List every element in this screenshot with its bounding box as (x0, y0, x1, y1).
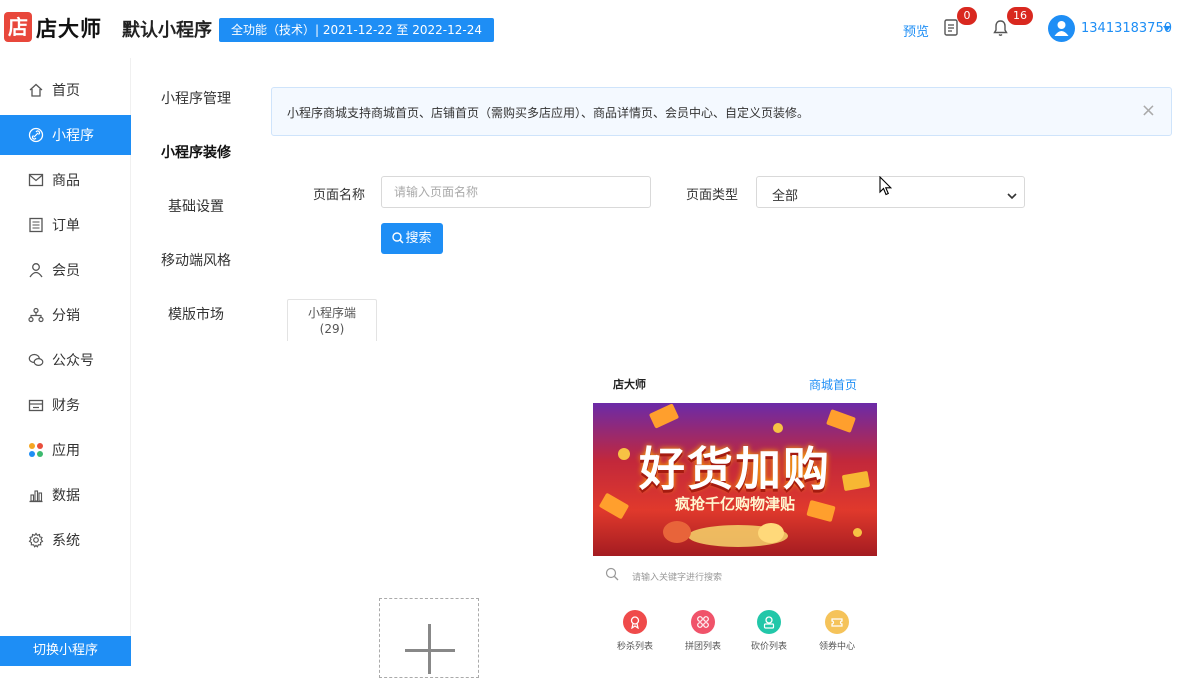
preview-page-link[interactable]: 商城首页 (809, 376, 857, 393)
sidebar-item-miniprogram[interactable]: 小程序 (0, 115, 131, 155)
page-type-value: 全部 (772, 189, 799, 204)
category-label: 秒杀列表 (616, 642, 653, 652)
gear-icon (28, 532, 44, 548)
sidebar-item-label: 会员 (52, 263, 80, 279)
subnav-item-basic-settings[interactable]: 基础设置 (131, 196, 261, 216)
add-page-button[interactable] (379, 598, 479, 678)
bar-chart-icon (28, 487, 44, 503)
close-icon[interactable]: × (1141, 101, 1156, 121)
sidebar-item-system[interactable]: 系统 (0, 520, 131, 560)
preview-link[interactable]: 预览 (903, 21, 929, 40)
preview-search-placeholder: 请输入关键字进行搜索 (632, 573, 723, 583)
bell-icon[interactable] (992, 19, 1010, 37)
sidebar-item-apps[interactable]: 应用 (0, 430, 131, 470)
gift-decoration (758, 523, 784, 543)
plus-icon (428, 624, 431, 674)
subnav-item-mobile-style[interactable]: 移动端风格 (131, 250, 261, 270)
wallet-icon (28, 397, 44, 413)
chevron-down-icon[interactable] (1163, 26, 1171, 31)
search-button[interactable]: 搜索 (381, 223, 443, 254)
category-bargain[interactable]: 砍价列表 (744, 610, 794, 652)
banner-subtitle: 疯抢千亿购物津贴 (674, 495, 795, 513)
tab-miniprogram[interactable]: 小程序端 (29) (287, 299, 377, 341)
wechat-icon (28, 352, 44, 368)
avatar[interactable] (1048, 15, 1075, 42)
coin-decoration (773, 423, 783, 433)
top-header: 店 店大师 默认小程序 全功能（技术）| 2021-12-22 至 2022-1… (0, 0, 1200, 58)
sidebar-item-label: 小程序 (52, 128, 94, 144)
search-icon (392, 232, 405, 244)
logo-icon: 店 (4, 12, 32, 42)
subnav-item-decoration[interactable]: 小程序装修 (131, 142, 261, 162)
sidebar-item-label: 应用 (52, 443, 80, 459)
search-icon (605, 566, 619, 585)
coupon-icon (825, 610, 849, 634)
category-label: 砍价列表 (750, 642, 787, 652)
switch-miniprogram-button[interactable]: 切换小程序 (0, 636, 131, 666)
sidebar-item-label: 分销 (52, 308, 80, 324)
banner-title: 好货加购 (639, 442, 831, 496)
sidebar-item-label: 系统 (52, 533, 80, 549)
subnav-item-management[interactable]: 小程序管理 (131, 88, 261, 108)
bargain-icon (757, 610, 781, 634)
sidebar-item-finance[interactable]: 财务 (0, 385, 131, 425)
category-seckill[interactable]: 秒杀列表 (610, 610, 660, 652)
sidebar-item-data[interactable]: 数据 (0, 475, 131, 515)
sidebar-item-members[interactable]: 会员 (0, 250, 131, 290)
page-type-label: 页面类型 (686, 188, 739, 203)
tab-count: (29) (319, 322, 345, 336)
preview-shop-name: 店大师 (613, 378, 646, 391)
sidebar-item-label: 财务 (52, 398, 80, 414)
orders-badge: 0 (957, 7, 977, 25)
notice-text: 小程序商城支持商城首页、店铺首页（需购买多店应用）、商品详情页、会员中心、自定义… (287, 106, 810, 120)
info-notice: 小程序商城支持商城首页、店铺首页（需购买多店应用）、商品详情页、会员中心、自定义… (271, 87, 1172, 136)
grid-icon (691, 610, 715, 634)
mouse-pointer-icon (879, 175, 893, 200)
tab-label: 小程序端 (307, 306, 356, 320)
category-coupon-center[interactable]: 领券中心 (812, 610, 862, 652)
home-icon (28, 82, 44, 98)
page-name-input[interactable] (381, 176, 651, 208)
chevron-down-icon (1006, 187, 1018, 206)
plan-badge[interactable]: 全功能（技术）| 2021-12-22 至 2022-12-24 (219, 18, 494, 42)
promo-banner[interactable]: 好货加购 疯抢千亿购物津贴 (593, 403, 877, 556)
sidebar-item-label: 订单 (52, 218, 80, 234)
user-phone[interactable]: 13413183750 (1081, 21, 1172, 36)
coupon-decoration (648, 403, 680, 429)
page-name-label: 页面名称 (313, 188, 366, 203)
sidebar-item-official-account[interactable]: 公众号 (0, 340, 131, 380)
category-group-buy[interactable]: 拼团列表 (678, 610, 728, 652)
list-icon (28, 217, 44, 233)
subnav-item-template-market[interactable]: 模版市场 (131, 304, 261, 324)
coupon-decoration (826, 409, 856, 433)
sidebar-item-products[interactable]: 商品 (0, 160, 131, 200)
seckill-icon (623, 610, 647, 634)
coin-decoration (853, 528, 862, 537)
link-icon (28, 127, 44, 143)
sidebar-item-distribution[interactable]: 分销 (0, 295, 131, 335)
sidebar-item-label: 公众号 (52, 353, 94, 369)
brand-name: 店大师 (36, 17, 102, 41)
envelope-icon (28, 172, 44, 188)
gift-decoration (663, 521, 691, 543)
sidebar-item-label: 首页 (52, 83, 80, 99)
sidebar-item-label: 数据 (52, 488, 80, 504)
category-label: 拼团列表 (684, 642, 721, 652)
sidebar-item-orders[interactable]: 订单 (0, 205, 131, 245)
app-title: 默认小程序 (122, 20, 212, 41)
search-button-label: 搜索 (405, 231, 432, 246)
sidebar-item-home[interactable]: 首页 (0, 70, 131, 110)
notifications-badge: 16 (1007, 7, 1033, 25)
apps-icon (28, 442, 44, 458)
network-icon (28, 307, 44, 323)
category-label: 领券中心 (818, 642, 855, 652)
sidebar-item-label: 商品 (52, 173, 80, 189)
user-icon (28, 262, 44, 278)
